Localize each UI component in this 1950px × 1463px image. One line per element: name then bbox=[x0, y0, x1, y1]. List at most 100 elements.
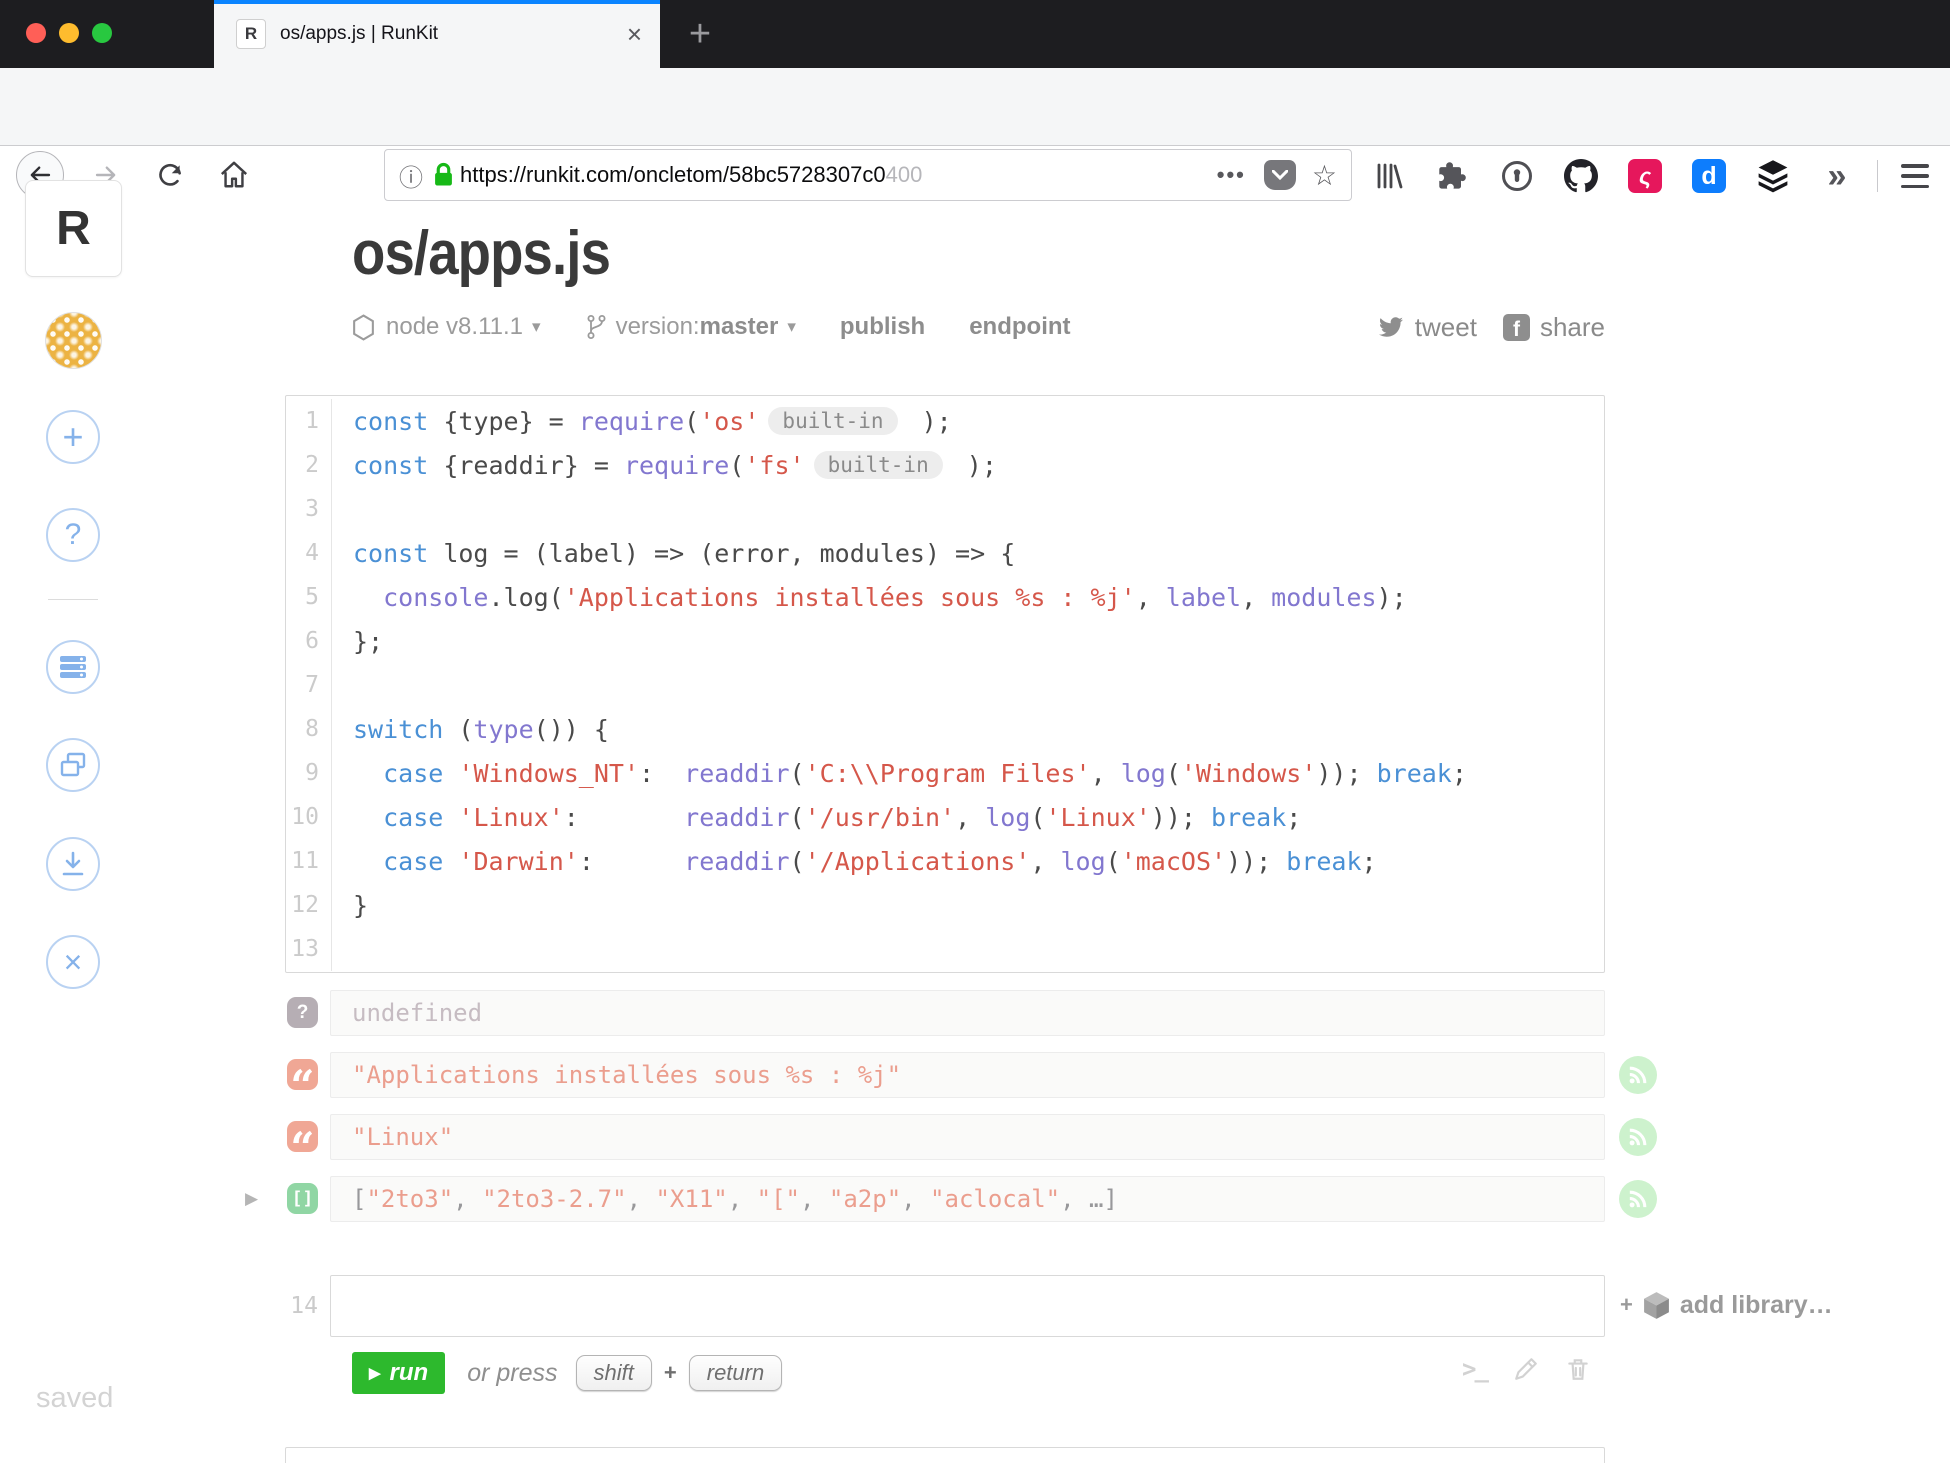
or-press-label: or press bbox=[467, 1358, 558, 1387]
git-branch-icon bbox=[587, 315, 606, 339]
pocket-icon[interactable] bbox=[1263, 160, 1296, 190]
plus-separator: + bbox=[663, 1360, 677, 1385]
bookmark-star-icon[interactable]: ☆ bbox=[1312, 159, 1337, 192]
new-tab-button[interactable]: + bbox=[676, 10, 724, 58]
browser-titlebar: R os/apps.js | RunKit × + bbox=[0, 0, 1950, 68]
new-code-row: 14 bbox=[285, 1275, 1605, 1337]
endpoint-rss-icon[interactable] bbox=[1619, 1180, 1657, 1218]
onepassword-button[interactable] bbox=[1494, 153, 1540, 199]
github-icon bbox=[1564, 159, 1598, 193]
browser-navbar: ⓘ https://runkit.com/oncletom/58bc572830… bbox=[0, 68, 1950, 201]
pink-extension-button[interactable]: ς bbox=[1622, 153, 1668, 199]
https-lock-icon[interactable] bbox=[433, 162, 454, 188]
new-notebook-button[interactable]: + bbox=[46, 410, 100, 464]
puzzle-icon bbox=[1439, 162, 1466, 189]
node-version-dropdown[interactable]: node v8.11.1 ▾ bbox=[352, 313, 541, 341]
output-cell-undefined: ? undefined bbox=[285, 990, 1605, 1036]
blue-extension-icon: d bbox=[1692, 159, 1726, 193]
github-button[interactable] bbox=[1558, 153, 1604, 199]
servers-icon bbox=[60, 656, 86, 678]
window-close-button[interactable] bbox=[26, 23, 46, 43]
code-lines: 1 const {type} = require('os' built-in ); 2… bbox=[286, 399, 1604, 971]
play-icon: ▶ bbox=[369, 1365, 381, 1382]
expand-array-toggle[interactable]: ▶ bbox=[245, 1189, 258, 1209]
browser-tab[interactable]: R os/apps.js | RunKit × bbox=[214, 0, 660, 68]
help-button[interactable]: ? bbox=[46, 508, 100, 562]
window-controls bbox=[26, 23, 112, 43]
return-keycap: return bbox=[688, 1355, 783, 1391]
social-row: tweet f share bbox=[1355, 308, 1605, 346]
reload-icon bbox=[159, 163, 181, 186]
terminal-icon[interactable]: >_ bbox=[1462, 1355, 1489, 1383]
download-notebook-button[interactable] bbox=[46, 837, 100, 891]
output-cell-log-1: “ "Applications installées sous %s : %j" bbox=[285, 1052, 1657, 1106]
output-undefined-text: undefined bbox=[352, 999, 483, 1027]
endpoint-rss-icon[interactable] bbox=[1619, 1056, 1657, 1094]
toolbar-divider bbox=[1877, 160, 1878, 192]
clone-icon bbox=[60, 752, 86, 777]
tab-title: os/apps.js | RunKit bbox=[280, 23, 439, 44]
cell-actions: >_ bbox=[1462, 1355, 1591, 1383]
runkit-favicon: R bbox=[236, 19, 266, 49]
page-title[interactable]: os/apps.js bbox=[352, 218, 611, 289]
undefined-badge-icon: ? bbox=[287, 997, 318, 1028]
output-log-1-text: "Applications installées sous %s : %j" bbox=[352, 1061, 902, 1089]
url-text-dim: 400 bbox=[885, 162, 923, 187]
trash-icon[interactable] bbox=[1565, 1356, 1591, 1382]
reload-button[interactable] bbox=[146, 151, 194, 199]
tab-close-icon[interactable]: × bbox=[627, 21, 642, 47]
download-icon bbox=[62, 851, 84, 876]
run-controls: ▶ run or press shift + return bbox=[352, 1352, 783, 1394]
clone-notebook-button[interactable] bbox=[46, 738, 100, 792]
edit-pencil-icon[interactable] bbox=[1513, 1356, 1539, 1382]
runkit-logo[interactable]: R bbox=[25, 180, 122, 277]
blue-extension-button[interactable]: d bbox=[1686, 153, 1732, 199]
output-cell-array: ▶ [] ["2to3", "2to3-2.7", "X11", "[", "a… bbox=[245, 1176, 1657, 1222]
site-info-icon[interactable]: ⓘ bbox=[399, 158, 423, 193]
run-label: run bbox=[389, 1359, 429, 1386]
url-bar[interactable]: ⓘ https://runkit.com/oncletom/58bc572830… bbox=[384, 149, 1352, 201]
home-button[interactable] bbox=[210, 151, 258, 199]
window-zoom-button[interactable] bbox=[92, 23, 112, 43]
add-library-plus: + bbox=[1620, 1292, 1633, 1317]
output-log-2-text: "Linux" bbox=[352, 1123, 454, 1151]
page-actions-icon[interactable]: ••• bbox=[1217, 162, 1246, 188]
publish-button[interactable]: publish bbox=[840, 313, 925, 341]
run-button[interactable]: ▶ run bbox=[352, 1352, 446, 1394]
version-caret-icon: ▾ bbox=[787, 317, 796, 336]
facebook-icon: f bbox=[1502, 313, 1530, 341]
shift-keycap: shift bbox=[575, 1355, 652, 1391]
toolbar-overflow-button[interactable]: » bbox=[1814, 153, 1860, 199]
add-library-button[interactable]: + add library… bbox=[1620, 1288, 1833, 1322]
menu-button[interactable] bbox=[1898, 160, 1932, 192]
save-status: saved bbox=[36, 1382, 114, 1414]
delete-notebook-button[interactable]: × bbox=[46, 935, 100, 989]
new-code-input[interactable] bbox=[330, 1275, 1605, 1337]
window-minimize-button[interactable] bbox=[59, 23, 79, 43]
code-editor[interactable]: 1 const {type} = require('os' built-in ); 2… bbox=[285, 395, 1605, 973]
notebook-meta-row: node v8.11.1 ▾ version: master ▾ publish… bbox=[352, 308, 1115, 346]
next-line-number: 14 bbox=[290, 1293, 318, 1319]
endpoint-rss-icon[interactable] bbox=[1619, 1118, 1657, 1156]
extension-puzzle-button[interactable] bbox=[1430, 153, 1476, 199]
library-button[interactable] bbox=[1366, 153, 1412, 199]
buffer-extension-button[interactable] bbox=[1750, 153, 1796, 199]
package-cube-icon bbox=[1643, 1291, 1669, 1319]
string-badge-icon: “ bbox=[287, 1059, 318, 1106]
output-array-text: ["2to3", "2to3-2.7", "X11", "[", "a2p", … bbox=[352, 1185, 1118, 1213]
environment-button[interactable] bbox=[46, 640, 100, 694]
version-label: version: bbox=[615, 313, 700, 340]
sidebar-divider bbox=[48, 599, 98, 600]
url-text: https://runkit.com/oncletom/58bc5728307c… bbox=[460, 162, 886, 187]
version-value: master bbox=[699, 313, 779, 340]
tweet-button[interactable]: tweet bbox=[1415, 312, 1477, 343]
active-tab-accent bbox=[214, 0, 660, 4]
pink-extension-icon: ς bbox=[1628, 159, 1662, 193]
user-avatar[interactable] bbox=[45, 312, 102, 369]
add-library-label: add library… bbox=[1679, 1290, 1833, 1319]
next-section-box bbox=[285, 1447, 1605, 1463]
endpoint-button[interactable]: endpoint bbox=[969, 313, 1070, 341]
share-button[interactable]: share bbox=[1540, 312, 1605, 343]
string-badge-icon: “ bbox=[287, 1121, 318, 1168]
version-dropdown[interactable]: version: master ▾ bbox=[585, 313, 796, 341]
